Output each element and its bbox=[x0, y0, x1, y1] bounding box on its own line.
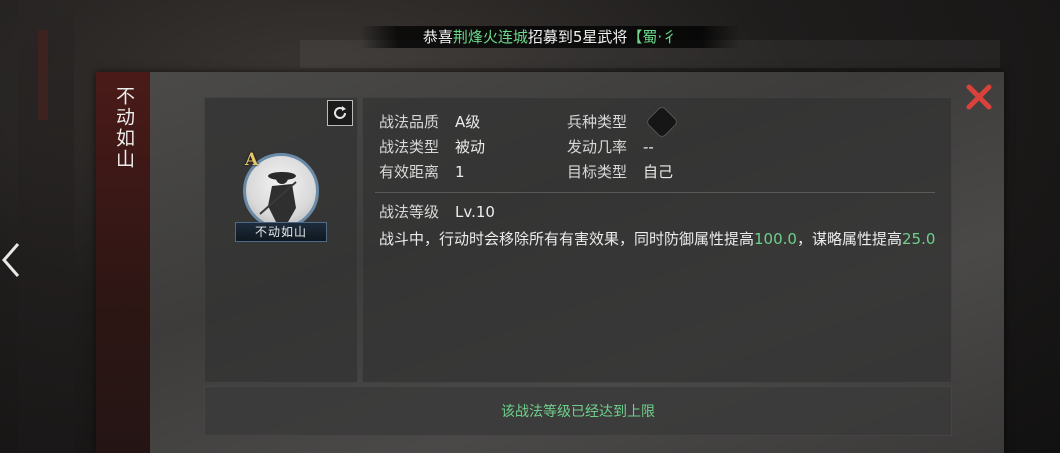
max-level-notice: 该战法等级已经达到上限 bbox=[204, 386, 952, 436]
ticker-player-name: 荆烽火连城 bbox=[452, 28, 528, 46]
info-divider bbox=[375, 192, 935, 193]
description-text-2: ，谋略属性提高 bbox=[796, 230, 902, 248]
skill-name-label: 不动如山 bbox=[235, 222, 327, 242]
trigger-rate-label: 发动几率 bbox=[567, 138, 628, 156]
skill-info-panel: 战法品质 A级 兵种类型 战法类型 被动 发动几率 -- 有效距离 1 目标类型 自己 战… bbox=[362, 97, 952, 383]
announcement-ticker: 恭喜荆烽火连城招募到5星武将【蜀·彳 bbox=[360, 26, 740, 48]
target-type-label: 目标类型 bbox=[567, 163, 628, 181]
close-x-icon bbox=[966, 84, 992, 110]
range-value: 1 bbox=[455, 163, 465, 181]
grade-badge: A bbox=[245, 150, 259, 170]
troop-type-label: 兵种类型 bbox=[567, 113, 628, 131]
range-label: 有效距离 bbox=[379, 163, 440, 181]
info-row-range: 有效距离 1 目标类型 自己 bbox=[379, 160, 939, 185]
skill-type-value: 被动 bbox=[455, 138, 486, 156]
skill-detail-dialog: 不动如山 A 不动如山 战法品质 A级 兵种类型 战法类型 被动 发动几率 --… bbox=[96, 72, 1004, 453]
skill-level-label: 战法等级 bbox=[379, 203, 440, 221]
quality-value: A级 bbox=[455, 113, 481, 131]
description-text-1: 战斗中，行动时会移除所有有害效果，同时防御属性提高 bbox=[379, 230, 755, 248]
troop-type-icon bbox=[646, 106, 678, 138]
description-defense-value: 100.0 bbox=[754, 230, 797, 248]
max-level-text: 该战法等级已经达到上限 bbox=[501, 404, 655, 420]
skill-attribute-grid: 战法品质 A级 兵种类型 战法类型 被动 发动几率 -- 有效距离 1 目标类型 自己 bbox=[379, 106, 939, 185]
target-type-value: 自己 bbox=[643, 163, 674, 181]
refresh-button[interactable] bbox=[327, 100, 353, 126]
trigger-rate-value: -- bbox=[643, 138, 654, 156]
description-strategy-value: 25.0 bbox=[901, 230, 936, 248]
ticker-prefix: 恭喜 bbox=[422, 28, 453, 46]
ticker-hero-name: 【蜀·彳 bbox=[627, 28, 678, 46]
refresh-icon bbox=[334, 106, 346, 119]
close-button[interactable] bbox=[964, 82, 994, 112]
skill-title-vertical: 不动如山 bbox=[113, 86, 135, 170]
skill-level-value: Lv.10 bbox=[455, 203, 495, 221]
skill-title-tab: 不动如山 bbox=[96, 72, 150, 453]
skill-level-row: 战法等级 Lv.10 bbox=[379, 201, 495, 223]
quality-label: 战法品质 bbox=[379, 113, 440, 131]
back-chevron-icon[interactable] bbox=[0, 240, 22, 280]
info-row-type: 战法类型 被动 发动几率 -- bbox=[379, 135, 939, 160]
background-sidebar bbox=[18, 0, 74, 453]
skill-avatar-panel: A 不动如山 bbox=[204, 97, 358, 383]
skill-type-label: 战法类型 bbox=[379, 138, 440, 156]
info-row-quality: 战法品质 A级 兵种类型 bbox=[379, 106, 939, 138]
skill-description: 战斗中，行动时会移除所有有害效果，同时防御属性提高100.0，谋略属性提高25.… bbox=[379, 228, 939, 251]
ticker-middle: 招募到5星武将 bbox=[527, 28, 628, 46]
